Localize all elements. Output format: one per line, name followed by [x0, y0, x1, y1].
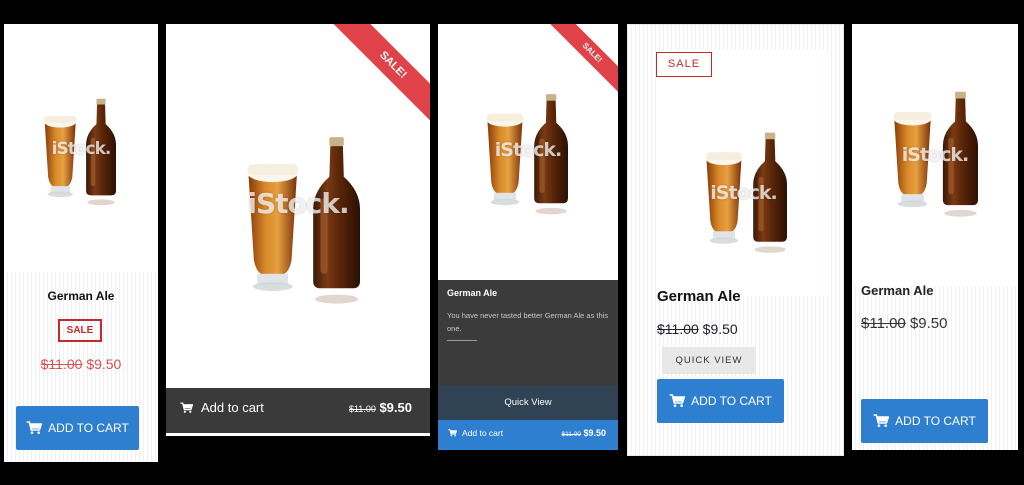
quick-view-button[interactable]: Quick View	[438, 386, 618, 420]
add-to-cart-label: Add to cart	[462, 428, 504, 438]
product-title[interactable]: German Ale	[447, 288, 497, 298]
add-to-cart-label: ADD TO CART	[895, 414, 976, 428]
current-price: $9.50	[583, 428, 606, 438]
cart-icon	[26, 421, 42, 435]
product-title[interactable]: German Ale	[657, 288, 741, 305]
cart-bar: Add to cart $11.00 $9.50	[438, 420, 618, 450]
sale-ribbon: SALE!	[320, 24, 430, 134]
price-row: $11.00 $9.50	[562, 428, 606, 438]
description-panel: German Ale You have never tasted better …	[438, 280, 618, 386]
product-description: You have never tasted better German Ale …	[447, 311, 609, 333]
old-price: $11.00	[40, 356, 83, 372]
product-card-5: iStock. German Ale $11.00 $9.50 ADD TO C…	[852, 24, 1018, 450]
product-card-3: iStock. SALE! German Ale You have never …	[438, 24, 618, 450]
add-to-cart-label: Add to cart	[201, 400, 264, 415]
current-price: $9.50	[702, 321, 738, 337]
cart-icon	[180, 402, 193, 414]
sale-ribbon: SALE!	[542, 24, 618, 100]
sale-badge: SALE	[58, 319, 102, 342]
add-to-cart-button[interactable]: ADD TO CART	[861, 399, 988, 443]
add-to-cart-button[interactable]: Add to cart	[448, 428, 503, 438]
old-price: $11.00	[861, 315, 906, 332]
product-image[interactable]: iStock.	[4, 24, 158, 272]
price-row: $11.00 $9.50	[657, 321, 738, 337]
sale-badge: SALE	[656, 52, 712, 77]
current-price: $9.50	[86, 356, 122, 372]
product-title[interactable]: German Ale	[4, 289, 158, 303]
add-to-cart-button[interactable]: ADD TO CART	[16, 406, 139, 450]
old-price: $11.00	[657, 321, 699, 337]
divider	[447, 340, 477, 341]
price-row: $11.00 $9.50	[349, 400, 412, 415]
quick-view-button[interactable]: QUICK VIEW	[662, 347, 756, 374]
cart-icon	[873, 414, 889, 428]
add-to-cart-label: ADD TO CART	[691, 394, 772, 408]
product-card-4: iStock. SALE German Ale $11.00 $9.50 QUI…	[627, 24, 844, 456]
add-to-cart-label: ADD TO CART	[48, 421, 129, 435]
product-card-1: iStock. German Ale SALE $11.00 $9.50 ADD…	[4, 24, 158, 462]
info-bar: Add to cart $11.00 $9.50	[166, 388, 430, 433]
old-price: $11.00	[561, 431, 581, 438]
add-to-cart-button[interactable]: ADD TO CART	[657, 379, 784, 423]
price-row: $11.00 $9.50	[4, 356, 158, 372]
old-price: $11.00	[348, 404, 376, 414]
price-row: $11.00 $9.50	[861, 315, 947, 332]
cart-icon	[669, 394, 685, 408]
add-to-cart-button[interactable]: Add to cart	[180, 400, 264, 415]
product-image[interactable]: iStock.	[656, 50, 831, 296]
current-price: $9.50	[379, 400, 412, 415]
product-title[interactable]: German Ale	[861, 283, 934, 298]
product-image[interactable]: iStock.	[852, 24, 1018, 286]
product-card-2: iStock. SALE! Add to cart $11.00 $9.50	[166, 24, 430, 436]
cart-icon	[448, 429, 457, 437]
current-price: $9.50	[909, 315, 948, 332]
